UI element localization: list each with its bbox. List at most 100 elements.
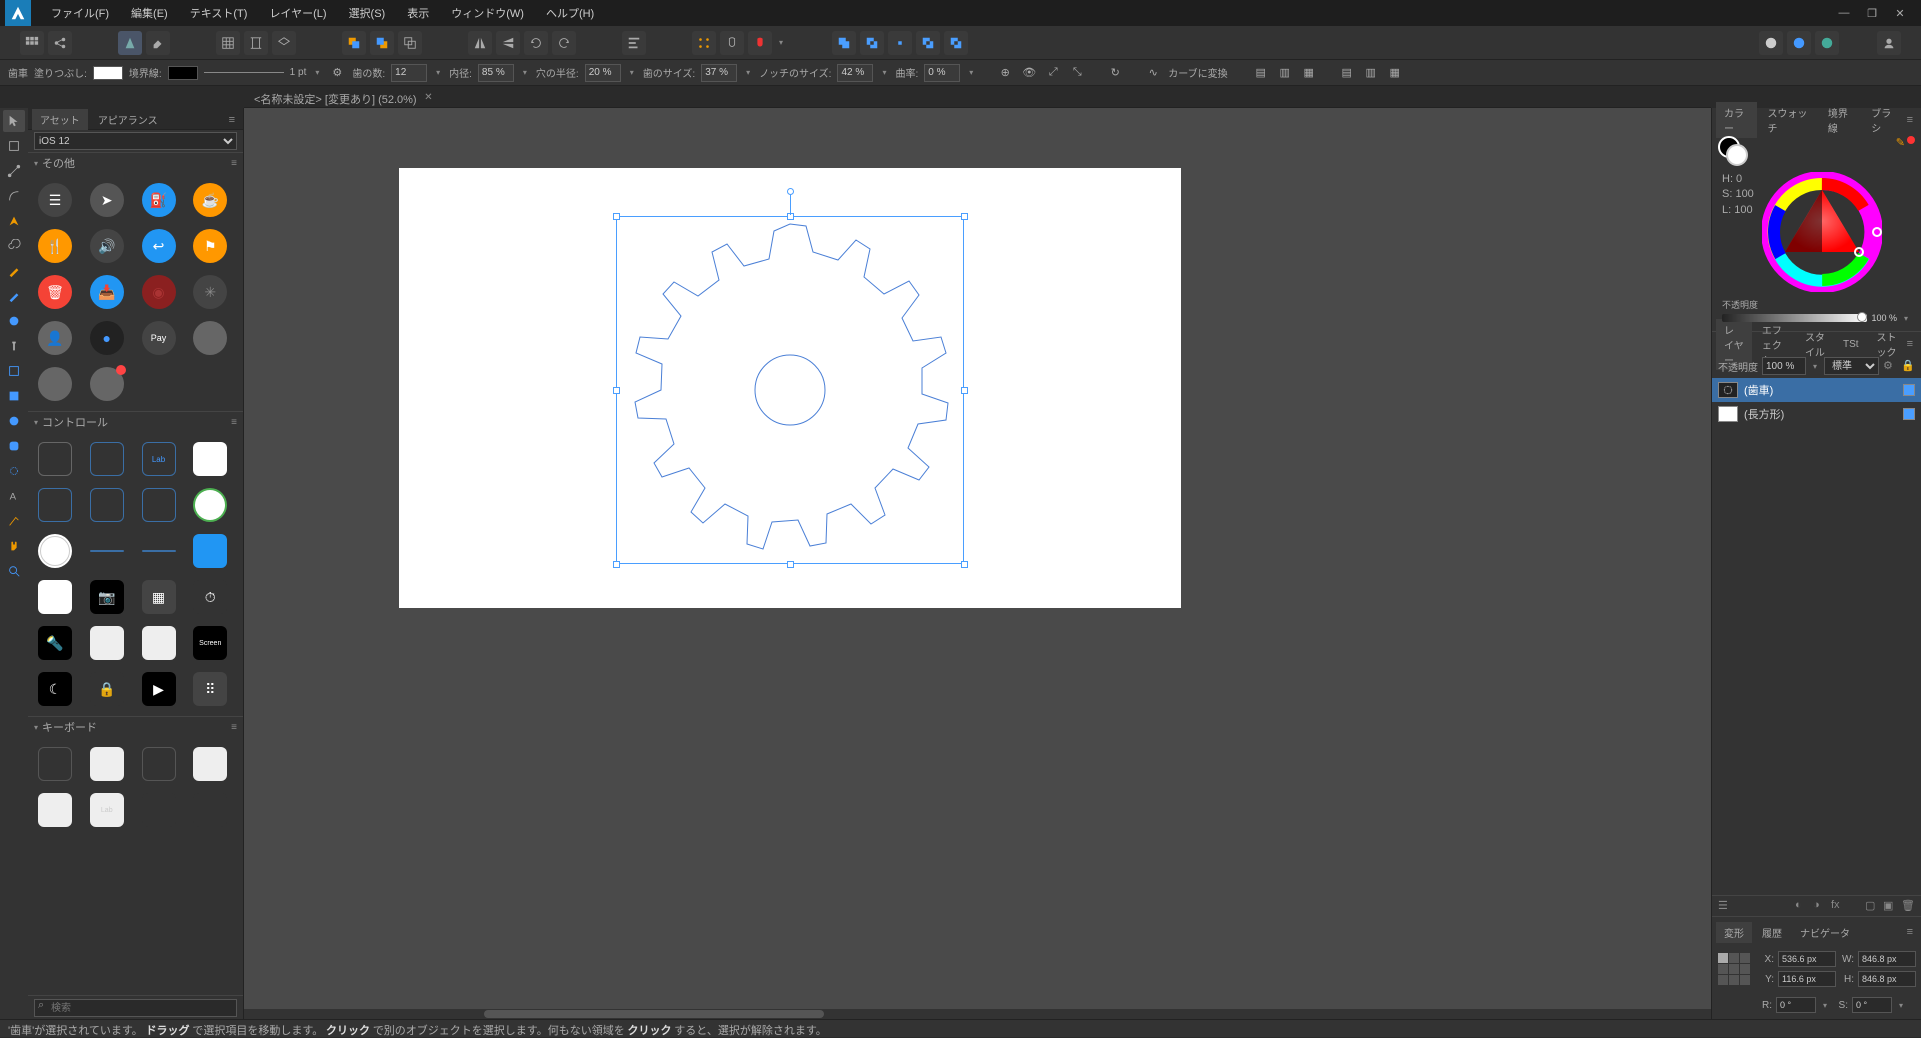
- ctrl-2[interactable]: [90, 442, 124, 476]
- panel-menu-icon[interactable]: ≡: [1907, 338, 1917, 350]
- asset-search-input[interactable]: [34, 999, 237, 1017]
- fx-icon[interactable]: fx: [1831, 899, 1845, 913]
- asset-user[interactable]: 👤: [38, 321, 72, 355]
- snap-magnet-icon[interactable]: [748, 31, 772, 55]
- menu-text[interactable]: テキスト(T): [180, 1, 258, 25]
- asset-grey1[interactable]: [193, 321, 227, 355]
- document-tab[interactable]: <名称未設定> [変更あり] (52.0%) ✕: [244, 88, 439, 110]
- sel-handle-bm[interactable]: [787, 561, 794, 568]
- crop-tool[interactable]: [3, 360, 25, 382]
- tab-tst[interactable]: TSt: [1835, 336, 1867, 353]
- asset-reply[interactable]: ↩: [142, 229, 176, 263]
- ctrl-dots[interactable]: ⠿: [193, 672, 227, 706]
- panel-menu-icon[interactable]: ≡: [1907, 926, 1917, 938]
- asset-preset-select[interactable]: iOS 12: [34, 132, 237, 150]
- align-icon[interactable]: [622, 31, 646, 55]
- ctrl-lock[interactable]: 🔒: [90, 672, 124, 706]
- notch-input[interactable]: [837, 64, 873, 82]
- kb-6[interactable]: Lab: [90, 793, 124, 827]
- menu-view[interactable]: 表示: [397, 1, 439, 25]
- close-tab-icon[interactable]: ✕: [424, 92, 432, 103]
- pencil-tool[interactable]: [3, 260, 25, 282]
- asset-grey2[interactable]: [38, 367, 72, 401]
- node-tool[interactable]: [3, 160, 25, 182]
- teeth-dd[interactable]: ▾: [433, 68, 443, 77]
- inner-dd[interactable]: ▾: [520, 68, 530, 77]
- transform-y-input[interactable]: [1778, 971, 1836, 987]
- spiral-tool[interactable]: [3, 235, 25, 257]
- align-mid-icon[interactable]: ▥: [1362, 64, 1380, 82]
- fill-swatch[interactable]: [93, 66, 123, 80]
- canvas-area[interactable]: <名称未設定> [変更あり] (52.0%) ✕: [244, 108, 1711, 1019]
- opacity-thumb[interactable]: [1857, 312, 1867, 322]
- anchor-selector[interactable]: [1718, 953, 1750, 985]
- menu-window[interactable]: ウィンドウ(W): [441, 1, 534, 25]
- account-icon[interactable]: [1877, 31, 1901, 55]
- maximize-button[interactable]: ❐: [1864, 7, 1880, 20]
- text-tool[interactable]: A: [3, 485, 25, 507]
- color-wheel[interactable]: [1762, 172, 1882, 292]
- transform-s-input[interactable]: [1852, 997, 1892, 1013]
- flip-v-icon[interactable]: [496, 31, 520, 55]
- kb-7[interactable]: [142, 793, 176, 827]
- align-right-icon[interactable]: ▦: [1300, 64, 1318, 82]
- menu-help[interactable]: ヘルプ(H): [536, 1, 604, 25]
- ctrl-vol2[interactable]: [142, 626, 176, 660]
- h-scroll-thumb[interactable]: [484, 1010, 824, 1018]
- teeth-input[interactable]: [391, 64, 427, 82]
- expand-icon[interactable]: ⤢: [1044, 64, 1062, 82]
- notch-dd[interactable]: ▾: [879, 68, 889, 77]
- eye-icon[interactable]: 👁: [1020, 64, 1038, 82]
- kb-4[interactable]: [193, 747, 227, 781]
- snap-off-icon[interactable]: [720, 31, 744, 55]
- ctrl-line2[interactable]: [142, 550, 176, 552]
- kb-5[interactable]: [38, 793, 72, 827]
- menu-select[interactable]: 選択(S): [339, 1, 396, 25]
- gear-icon[interactable]: ⚙: [328, 64, 346, 82]
- layer-visible-checkbox[interactable]: [1903, 408, 1915, 420]
- panel-menu-icon[interactable]: ≡: [229, 114, 239, 126]
- add-layer-icon[interactable]: ▢: [1865, 899, 1879, 913]
- shrink-icon[interactable]: ⤡: [1068, 64, 1086, 82]
- ctrl-screen[interactable]: Screen: [193, 626, 227, 660]
- frame-text-tool[interactable]: [3, 510, 25, 532]
- layer-opacity-dd[interactable]: ▾: [1810, 362, 1820, 371]
- curve-dd[interactable]: ▾: [966, 68, 976, 77]
- persona-export-icon[interactable]: [1815, 31, 1839, 55]
- asset-fingerprint[interactable]: ◉: [142, 275, 176, 309]
- xor-icon[interactable]: [944, 31, 968, 55]
- tab-transform[interactable]: 変形: [1716, 922, 1752, 943]
- flip-h-icon[interactable]: [468, 31, 492, 55]
- tab-assets[interactable]: アセット: [32, 109, 88, 130]
- transform-h-input[interactable]: [1858, 971, 1916, 987]
- inner-input[interactable]: [478, 64, 514, 82]
- ctrl-5[interactable]: [38, 488, 72, 522]
- back-icon[interactable]: [370, 31, 394, 55]
- ctrl-toggle-off[interactable]: [38, 534, 72, 568]
- snap-grid-icon[interactable]: [692, 31, 716, 55]
- h-scrollbar[interactable]: [244, 1009, 1711, 1019]
- opacity-dd[interactable]: ▾: [1901, 314, 1911, 323]
- tab-history[interactable]: 履歴: [1754, 922, 1790, 943]
- asset-flag[interactable]: ⚑: [193, 229, 227, 263]
- section-keyboard[interactable]: ▾ キーボード ≡: [28, 717, 243, 737]
- asset-food[interactable]: 🍴: [38, 229, 72, 263]
- eraser-icon[interactable]: [146, 31, 170, 55]
- clone-icon[interactable]: [398, 31, 422, 55]
- asset-cup[interactable]: ☕: [193, 183, 227, 217]
- grid-mode-icon[interactable]: [20, 31, 44, 55]
- convert-label[interactable]: カーブに変換: [1168, 65, 1227, 80]
- intersect-icon[interactable]: [888, 31, 912, 55]
- rotate-ccw-icon[interactable]: [524, 31, 548, 55]
- transform-r-input[interactable]: [1776, 997, 1816, 1013]
- sel-rotate-handle[interactable]: [787, 188, 794, 195]
- move-tool[interactable]: [3, 110, 25, 132]
- panel-menu-icon[interactable]: ≡: [1907, 114, 1917, 126]
- blend-mode-select[interactable]: 標準: [1824, 357, 1879, 375]
- corner-tool[interactable]: [3, 185, 25, 207]
- ctrl-calc[interactable]: ▦: [142, 580, 176, 614]
- pen-tool[interactable]: [3, 210, 25, 232]
- stroke-preview[interactable]: [204, 72, 284, 73]
- rounded-rect-tool[interactable]: [3, 435, 25, 457]
- close-button[interactable]: ✕: [1892, 7, 1908, 20]
